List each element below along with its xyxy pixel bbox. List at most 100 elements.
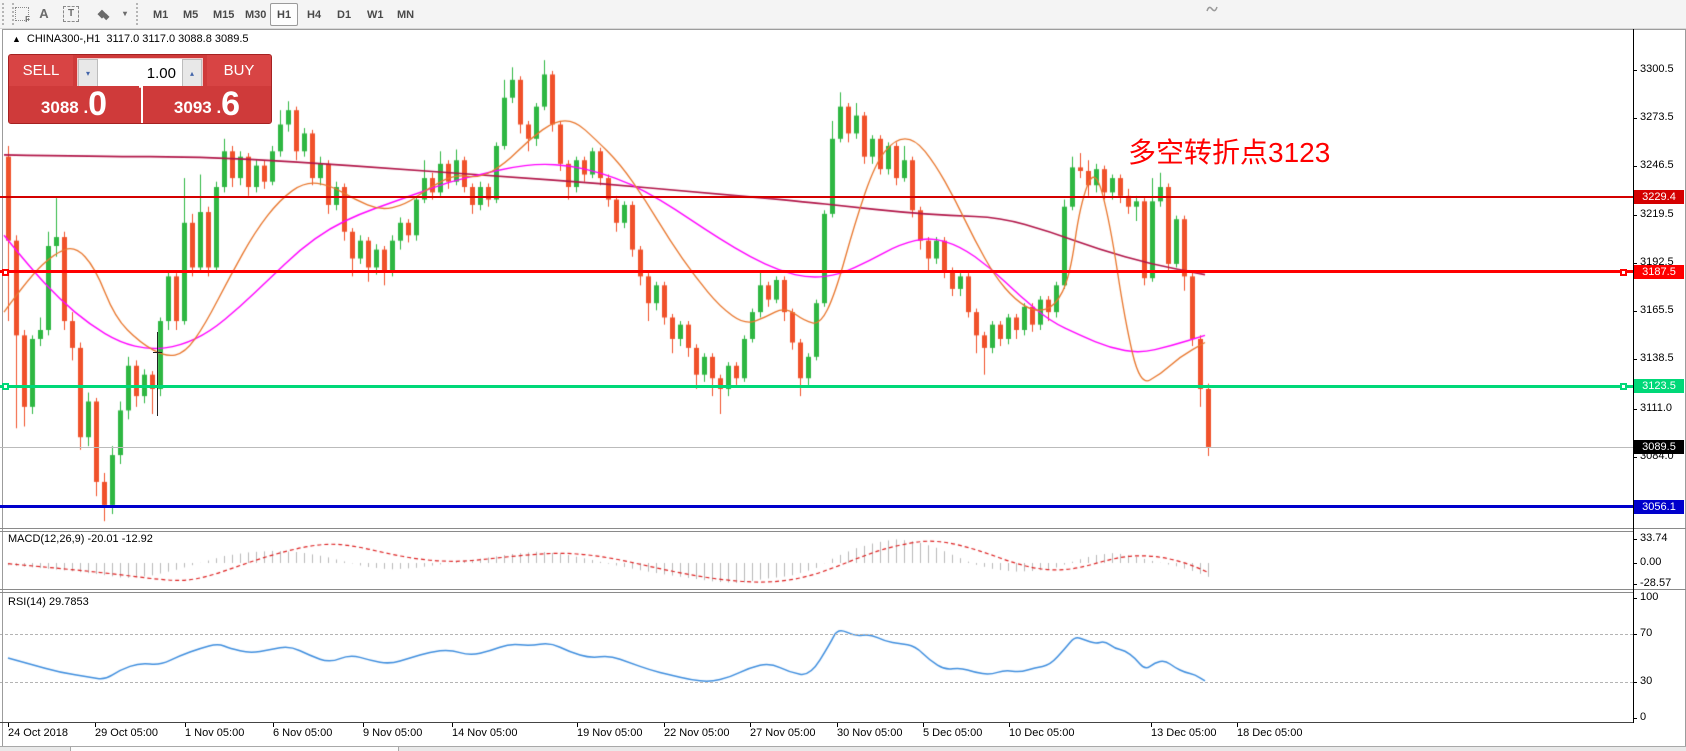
time-axis-border (0, 722, 1633, 723)
time-axis-label: 10 Dec 05:00 (1009, 727, 1074, 739)
price-axis-tick (1633, 166, 1637, 167)
timeframe-button-h4[interactable]: H4 (300, 3, 328, 26)
price-axis-label: 3300.5 (1640, 63, 1674, 75)
ohlc-values: 3117.0 3117.0 3088.8 3089.5 (106, 33, 248, 45)
time-axis-label: 13 Dec 05:00 (1151, 727, 1216, 739)
time-axis-label: 22 Nov 05:00 (664, 727, 729, 739)
sell-price-display[interactable]: 3088 .0 (9, 86, 139, 123)
time-axis-label: 24 Oct 2018 (8, 727, 68, 739)
time-axis-tick (837, 723, 838, 727)
time-axis-label: 1 Nov 05:00 (185, 727, 244, 739)
chart-text-annotation[interactable]: 多空转折点3123 (1128, 131, 1330, 171)
time-axis-label: 19 Nov 05:00 (577, 727, 642, 739)
rsi-scale-label: 30 (1640, 675, 1652, 687)
macd-scale-label: -28.57 (1640, 577, 1671, 589)
text-a-icon[interactable]: A (36, 4, 52, 23)
macd-scale-tick (1633, 584, 1637, 585)
timeframe-button-m1[interactable]: M1 (146, 3, 175, 26)
level-price-badge: 3123.5 (1634, 379, 1684, 393)
level-line-3187.5[interactable] (0, 270, 1633, 273)
macd-scale-label: 0.00 (1640, 556, 1661, 568)
rsi-scale-label: 70 (1640, 627, 1652, 639)
rsi-scale-tick (1633, 718, 1637, 719)
time-axis-label: 29 Oct 05:00 (95, 727, 158, 739)
sell-button[interactable]: SELL (9, 55, 73, 88)
rsi-scale-tick (1633, 682, 1637, 683)
time-axis-label: 27 Nov 05:00 (750, 727, 815, 739)
macd-scale-tick (1633, 563, 1637, 564)
buy-price-big-digit: 6 (221, 87, 240, 121)
time-axis-tick (185, 723, 186, 727)
indicator-grid-f-icon[interactable]: F (12, 4, 32, 23)
bottom-tab-bar (0, 746, 1686, 751)
time-axis-tick (95, 723, 96, 727)
symbol-period-label: CHINA300-,H1 (27, 33, 100, 45)
timeframe-button-m30[interactable]: M30 (238, 3, 273, 26)
price-axis-label: 3138.5 (1640, 352, 1674, 364)
time-axis-label: 14 Nov 05:00 (452, 727, 517, 739)
rsi-guide-line (0, 682, 1633, 683)
toolbar: F A T ◆◆ ▾ M1M5M15M30H1H4D1W1MN (0, 0, 1686, 29)
rsi-scale-label: 100 (1640, 591, 1658, 603)
pane-separator[interactable] (0, 528, 1686, 529)
volume-increase-button[interactable]: ▴ (182, 59, 202, 87)
level-price-badge: 3229.4 (1634, 190, 1684, 204)
price-axis-tick (1633, 311, 1637, 312)
line-anchor-marker[interactable] (1620, 269, 1627, 276)
price-axis-tick (1633, 409, 1637, 410)
rsi-scale-tick (1633, 634, 1637, 635)
buy-price-small-digits: 3093 . (174, 95, 221, 121)
time-axis-label: 5 Dec 05:00 (923, 727, 982, 739)
pane-separator[interactable] (0, 589, 1686, 590)
objects-icon[interactable]: ◆◆ (94, 4, 116, 23)
expand-triangle-icon[interactable]: ▲ (12, 34, 21, 44)
price-axis-tick (1633, 70, 1637, 71)
buy-button[interactable]: BUY (207, 55, 271, 88)
price-axis-label: 3246.5 (1640, 159, 1674, 171)
buy-price-display[interactable]: 3093 .6 (141, 86, 271, 123)
level-line-3056.1[interactable] (0, 505, 1633, 508)
time-axis-tick (750, 723, 751, 727)
time-axis-label: 9 Nov 05:00 (363, 727, 422, 739)
time-axis-tick (8, 723, 9, 727)
time-axis-tick (273, 723, 274, 727)
chart-tab[interactable] (70, 747, 399, 751)
volume-input[interactable] (98, 59, 182, 87)
text-label-icon[interactable]: T (62, 4, 80, 23)
volume-decrease-button[interactable]: ▾ (78, 59, 98, 87)
time-axis-tick (363, 723, 364, 727)
pane-separator (0, 592, 1633, 593)
macd-scale-label: 33.74 (1640, 532, 1668, 544)
sell-price-small-digits: 3088 . (41, 95, 88, 121)
price-axis-line[interactable] (1633, 29, 1634, 723)
rsi-guide-line (0, 634, 1633, 635)
timeframe-button-m5[interactable]: M5 (176, 3, 205, 26)
price-axis-label: 3165.5 (1640, 304, 1674, 316)
timeframe-button-m15[interactable]: M15 (206, 3, 241, 26)
rsi-scale-label: 0 (1640, 711, 1646, 723)
time-axis-tick (664, 723, 665, 727)
time-axis-tick (1237, 723, 1238, 727)
level-price-badge: 3056.1 (1634, 500, 1684, 514)
level-line-3123.5[interactable] (0, 385, 1633, 388)
rsi-indicator-label: RSI(14) 29.7853 (8, 596, 89, 608)
sell-price-big-digit: 0 (88, 87, 107, 121)
line-anchor-marker[interactable] (2, 383, 9, 390)
price-axis-label: 3111.0 (1640, 402, 1672, 414)
timeframe-button-mn[interactable]: MN (390, 3, 421, 26)
rsi-scale-tick (1633, 598, 1637, 599)
price-axis-tick (1633, 263, 1637, 264)
price-axis-tick (1633, 457, 1637, 458)
timeframe-button-h1[interactable]: H1 (270, 3, 298, 26)
line-anchor-marker[interactable] (2, 269, 9, 276)
objects-dropdown-arrow[interactable]: ▾ (120, 4, 130, 23)
price-axis-label: 3273.5 (1640, 111, 1674, 123)
time-axis-tick (923, 723, 924, 727)
level-line-3229.4[interactable] (0, 196, 1633, 198)
line-anchor-marker[interactable] (1620, 383, 1627, 390)
time-axis-label: 30 Nov 05:00 (837, 727, 902, 739)
timeframe-button-w1[interactable]: W1 (360, 3, 391, 26)
mt4-window: F A T ◆◆ ▾ M1M5M15M30H1H4D1W1MN ▲ CHINA30… (0, 0, 1686, 751)
toolbar-overflow-icon[interactable] (1205, 2, 1219, 20)
timeframe-button-d1[interactable]: D1 (330, 3, 358, 26)
